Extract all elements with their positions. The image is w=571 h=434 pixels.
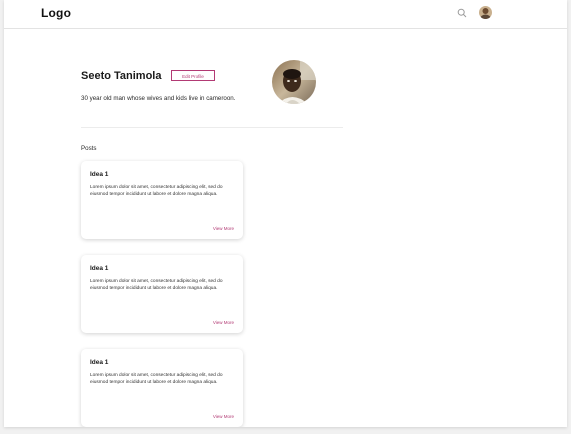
top-navbar: Logo: [4, 0, 567, 29]
post-title: Idea 1: [90, 359, 109, 366]
post-card[interactable]: Idea 1 Lorem ipsum dolor sit amet, conse…: [81, 255, 243, 333]
edit-profile-button[interactable]: Edit Profile: [171, 70, 215, 81]
profile-photo: [272, 60, 316, 104]
view-more-link[interactable]: View More: [213, 320, 234, 325]
view-more-link[interactable]: View More: [213, 226, 234, 231]
section-divider: [81, 127, 343, 128]
logo[interactable]: Logo: [41, 6, 71, 20]
post-excerpt: Lorem ipsum dolor sit amet, consectetur …: [90, 185, 223, 197]
search-icon[interactable]: [457, 8, 467, 18]
view-more-link[interactable]: View More: [213, 414, 234, 419]
profile-bio: 30 year old man whose wives and kids liv…: [81, 95, 236, 102]
post-title: Idea 1: [90, 171, 109, 178]
post-title: Idea 1: [90, 265, 109, 272]
posts-heading: Posts: [81, 145, 97, 152]
user-avatar[interactable]: [479, 6, 492, 19]
post-card[interactable]: Idea 1 Lorem ipsum dolor sit amet, conse…: [81, 161, 243, 239]
post-card[interactable]: Idea 1 Lorem ipsum dolor sit amet, conse…: [81, 349, 243, 427]
profile-name: Seeto Tanimola: [81, 70, 162, 82]
post-excerpt: Lorem ipsum dolor sit amet, consectetur …: [90, 373, 223, 385]
page-frame: Logo Seeto Tanimola Edit Profile 30 year…: [4, 0, 567, 427]
post-excerpt: Lorem ipsum dolor sit amet, consectetur …: [90, 279, 223, 291]
